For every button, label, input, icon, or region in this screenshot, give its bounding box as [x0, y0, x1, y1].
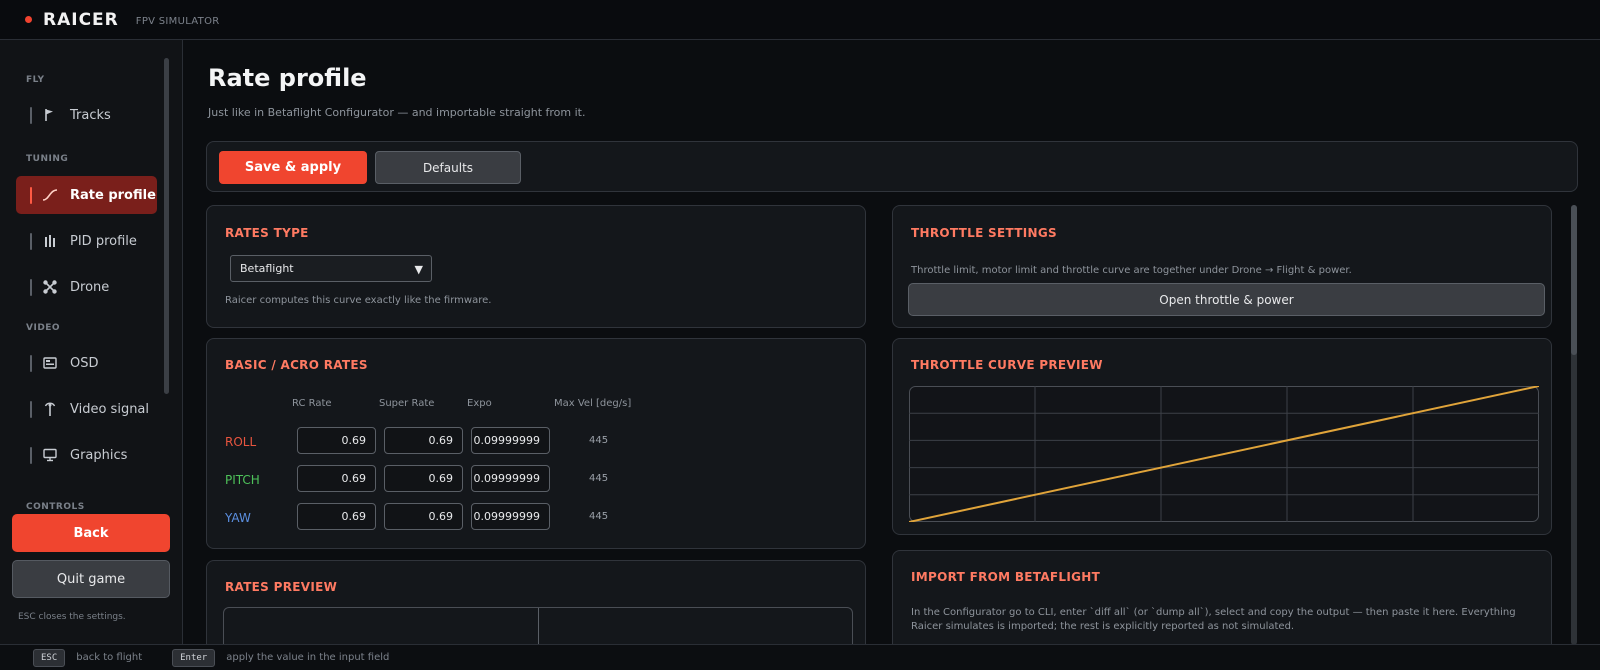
esc-hint-text: ESC closes the settings. [18, 612, 126, 622]
pitch-super-rate-input[interactable] [384, 465, 463, 492]
import-instructions: In the Configurator go to CLI, enter `di… [911, 607, 1516, 632]
throttle-note: Throttle limit, motor limit and throttle… [911, 265, 1352, 276]
select-value: Betaflight [240, 262, 294, 275]
rates-preview-panel: RATES PREVIEW [206, 560, 866, 644]
panel-title: RATES TYPE [225, 226, 309, 240]
key-esc: ESC [33, 648, 66, 667]
main-scrollbar[interactable] [1571, 205, 1577, 644]
panel-title: IMPORT FROM BETAFLIGHT [911, 570, 1101, 584]
sidebar-item-label: Rate profile [70, 187, 156, 203]
monitor-icon [42, 447, 58, 463]
panel-title: BASIC / ACRO RATES [225, 358, 368, 372]
sidebar-item-label: PID profile [70, 233, 137, 249]
quit-game-button[interactable]: Quit game [12, 560, 170, 598]
defaults-button[interactable]: Defaults [375, 151, 521, 184]
row-label-yaw: YAW [225, 511, 251, 525]
sidebar-item-osd[interactable]: OSD [16, 344, 157, 382]
rates-type-panel: RATES TYPE Betaflight ▼ Raicer computes … [206, 205, 866, 328]
yaw-max-vel: 445 [589, 511, 609, 522]
back-button[interactable]: Back [12, 514, 170, 552]
panel-title: RATES PREVIEW [225, 580, 338, 594]
sidebar-scrollbar[interactable] [164, 58, 169, 394]
nav-indicator [30, 106, 32, 124]
sidebar-item-rate-profile[interactable]: Rate profile [16, 176, 157, 214]
panel-title: THROTTLE SETTINGS [911, 226, 1057, 240]
acro-rates-panel: BASIC / ACRO RATES RC Rate Super Rate Ex… [206, 338, 866, 549]
sidebar-item-label: OSD [70, 355, 99, 371]
antenna-icon [42, 401, 58, 417]
roll-expo-input[interactable] [471, 427, 550, 454]
status-dot [25, 16, 32, 23]
row-label-pitch: PITCH [225, 473, 260, 487]
section-label-tuning: TUNING [26, 154, 69, 164]
flag-icon [42, 107, 58, 123]
column-header-max-vel: Max Vel [deg/s] [554, 398, 632, 409]
nav-indicator [30, 354, 32, 372]
roll-rc-rate-input[interactable] [297, 427, 376, 454]
row-label-roll: ROLL [225, 435, 257, 449]
import-panel: IMPORT FROM BETAFLIGHT In the Configurat… [892, 550, 1552, 644]
sidebar-item-label: Graphics [70, 447, 128, 463]
yaw-rc-rate-input[interactable] [297, 503, 376, 530]
rates-type-select[interactable]: Betaflight ▼ [230, 255, 432, 282]
save-apply-button[interactable]: Save & apply [219, 151, 367, 184]
page-subtitle: Just like in Betaflight Configurator — a… [208, 106, 586, 119]
drone-icon [42, 279, 58, 295]
sidebar-item-video-signal[interactable]: Video signal [16, 390, 157, 428]
bars-icon [42, 233, 58, 249]
roll-max-vel: 445 [589, 435, 609, 446]
chevron-down-icon: ▼ [414, 263, 423, 276]
yaw-expo-input[interactable] [471, 503, 550, 530]
sidebar-item-label: Video signal [70, 401, 150, 417]
curve-icon [42, 187, 58, 203]
key-enter: Enter [172, 648, 216, 667]
bottom-hint-bar: ESC back to flight Enter apply the value… [0, 644, 1600, 670]
column-header-super-rate: Super Rate [379, 398, 435, 409]
section-label-fly: FLY [26, 75, 45, 85]
chart-axis [538, 608, 539, 644]
sidebar-item-pid-profile[interactable]: PID profile [16, 222, 157, 260]
scrollbar-thumb[interactable] [1571, 205, 1577, 355]
nav-indicator [30, 232, 32, 250]
nav-indicator [30, 400, 32, 418]
throttle-settings-panel: THROTTLE SETTINGS Throttle limit, motor … [892, 205, 1552, 328]
pitch-rc-rate-input[interactable] [297, 465, 376, 492]
yaw-super-rate-input[interactable] [384, 503, 463, 530]
column-header-rc-rate: RC Rate [292, 398, 332, 409]
pitch-expo-input[interactable] [471, 465, 550, 492]
section-label-controls: CONTROLS [26, 502, 85, 512]
section-label-video: VIDEO [26, 323, 61, 333]
hint-text: back to flight [76, 652, 143, 663]
rates-type-note: Raicer computes this curve exactly like … [225, 295, 492, 306]
nav-indicator [30, 186, 32, 204]
roll-super-rate-input[interactable] [384, 427, 463, 454]
nav-indicator [30, 278, 32, 296]
pitch-max-vel: 445 [589, 473, 609, 484]
action-bar: Save & apply Defaults [206, 141, 1578, 192]
sidebar-item-graphics[interactable]: Graphics [16, 436, 157, 474]
column-header-expo: Expo [467, 398, 492, 409]
page-title: Rate profile [208, 64, 367, 92]
throttle-curve-panel: THROTTLE CURVE PREVIEW [892, 338, 1552, 535]
open-throttle-power-button[interactable]: Open throttle & power [908, 283, 1545, 316]
sidebar-item-tracks[interactable]: Tracks [16, 96, 157, 134]
rates-preview-chart [223, 607, 853, 644]
top-bar: RAICER FPV SIMULATOR [0, 0, 1600, 40]
main-content: Rate profile Just like in Betaflight Con… [184, 40, 1600, 644]
sidebar: FLY Tracks TUNING Rate profile PID profi… [0, 40, 183, 644]
nav-indicator [30, 446, 32, 464]
sidebar-item-drone[interactable]: Drone [16, 268, 157, 306]
sidebar-item-label: Drone [70, 279, 110, 295]
sidebar-item-label: Tracks [70, 107, 111, 123]
app-subtitle: FPV SIMULATOR [135, 15, 220, 27]
throttle-curve-chart [909, 386, 1539, 522]
panel-title: THROTTLE CURVE PREVIEW [911, 358, 1103, 372]
osd-icon [42, 355, 58, 371]
app-brand: RAICER [43, 9, 119, 30]
hint-text: apply the value in the input field [226, 652, 390, 663]
